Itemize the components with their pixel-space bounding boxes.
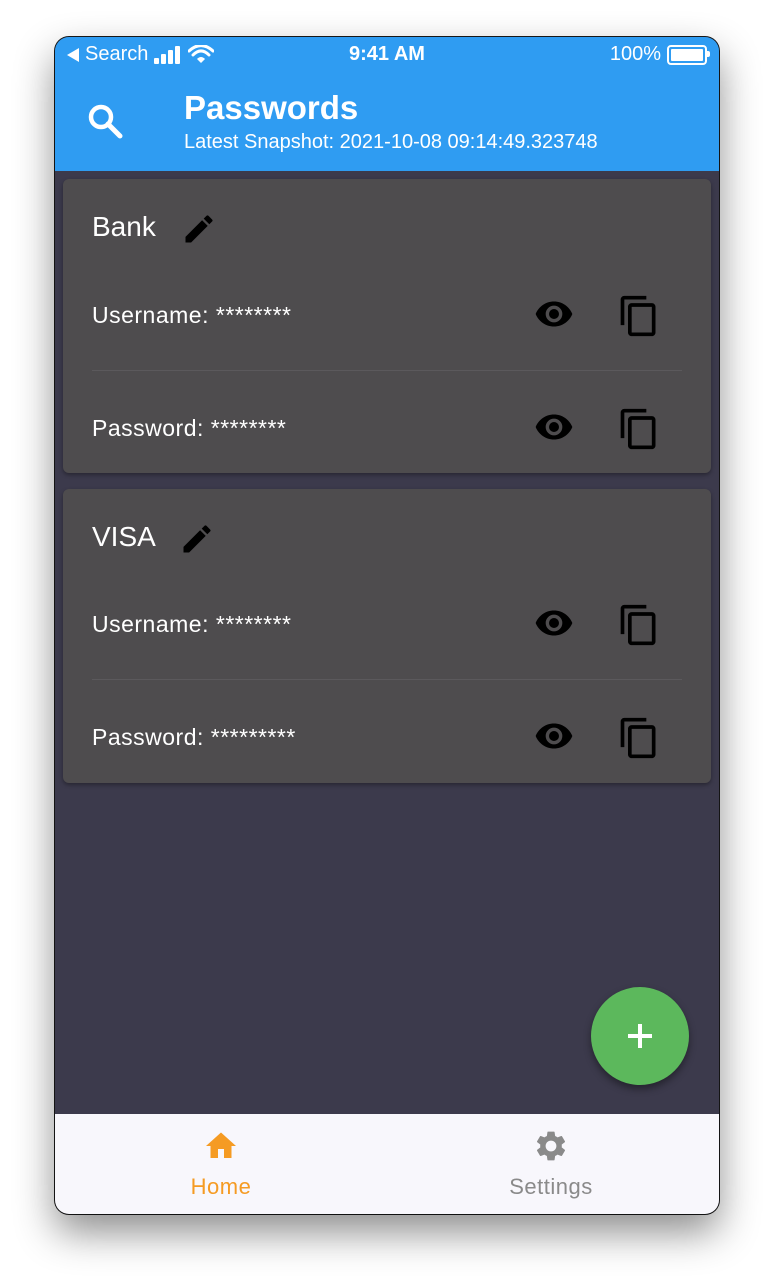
username-label: Username: ******** xyxy=(92,302,292,328)
app-bar: Passwords Latest Snapshot: 2021-10-08 09… xyxy=(55,73,719,171)
nav-label-home: Home xyxy=(190,1174,252,1199)
password-label: Password: ******** xyxy=(92,415,287,441)
nav-label-settings: Settings xyxy=(509,1174,593,1199)
home-icon xyxy=(206,1132,236,1158)
row-divider xyxy=(92,370,682,371)
status-right: 100% xyxy=(609,43,710,66)
row-divider xyxy=(92,679,682,680)
username-label: Username: ******** xyxy=(92,611,292,637)
search-icon[interactable] xyxy=(85,101,125,141)
edit-icon[interactable] xyxy=(181,211,217,247)
nav-item-home[interactable]: Home xyxy=(121,1114,321,1214)
edit-icon[interactable] xyxy=(179,521,215,557)
copy-username-icon[interactable] xyxy=(617,603,661,647)
gear-icon xyxy=(536,1131,566,1161)
password-row: Password: ******** xyxy=(92,407,682,450)
show-password-icon[interactable] xyxy=(532,407,576,447)
entry-name: Bank xyxy=(92,211,156,242)
entry-name: VISA xyxy=(92,521,156,552)
page-subtitle: Latest Snapshot: 2021-10-08 09:14:49.323… xyxy=(184,131,598,153)
battery-icon xyxy=(667,44,710,65)
nav-item-settings[interactable]: Settings xyxy=(451,1114,651,1214)
password-entry-card: VISA Username: ******** Password: ******… xyxy=(63,489,711,783)
show-password-icon[interactable] xyxy=(532,716,576,756)
password-entry-card: Bank Username: ******** Password: ******… xyxy=(63,179,711,473)
bottom-nav: Home Settings xyxy=(55,1114,719,1214)
password-label: Password: ********* xyxy=(92,724,296,750)
username-row: Username: ******** xyxy=(92,294,682,337)
copy-password-icon[interactable] xyxy=(617,407,661,451)
plus-icon xyxy=(628,1024,652,1048)
show-username-icon[interactable] xyxy=(532,603,576,643)
password-row: Password: ********* xyxy=(92,716,682,759)
battery-percent: 100% xyxy=(609,43,661,65)
copy-username-icon[interactable] xyxy=(617,294,661,338)
page-title: Passwords xyxy=(184,89,359,126)
show-username-icon[interactable] xyxy=(532,294,576,334)
username-row: Username: ******** xyxy=(92,603,682,646)
add-entry-button[interactable] xyxy=(591,987,689,1085)
copy-password-icon[interactable] xyxy=(617,716,661,760)
status-bar: Search 9:41 AM 100% xyxy=(55,37,719,73)
phone-screen: Search 9:41 AM 100% Passwords Latest Sna… xyxy=(55,37,719,1214)
